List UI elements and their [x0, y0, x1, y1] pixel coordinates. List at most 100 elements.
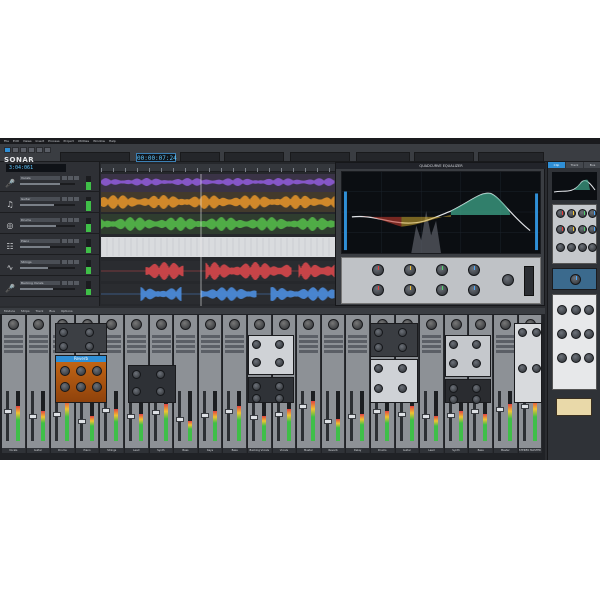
strip-name[interactable]: Lead — [125, 448, 148, 453]
volume-fader-handle[interactable] — [225, 409, 234, 414]
inspector-tab-track[interactable]: Track — [566, 162, 583, 168]
volume-fader-track[interactable] — [325, 391, 329, 441]
fx-slot[interactable] — [176, 335, 196, 338]
fx-slot[interactable] — [422, 350, 442, 353]
volume-fader-handle[interactable] — [28, 414, 37, 419]
fx-slot[interactable] — [323, 345, 343, 348]
insp-knob-11[interactable] — [578, 243, 587, 252]
strip-name[interactable]: Master — [494, 448, 517, 453]
plugin-knob[interactable] — [398, 328, 407, 337]
strip-name[interactable]: Delay — [346, 448, 369, 453]
volume-fader-handle[interactable] — [348, 414, 357, 419]
volume-fader-handle[interactable] — [274, 411, 283, 417]
insp-knob-7[interactable] — [578, 225, 587, 234]
reverb-plugin[interactable]: Reverb — [55, 355, 107, 403]
volume-fader-track[interactable] — [301, 391, 305, 441]
track-volume-slider[interactable] — [20, 288, 75, 290]
gate-plugin[interactable] — [248, 377, 294, 403]
plugin-knob[interactable] — [398, 343, 407, 353]
console-menu-module[interactable]: Module — [4, 308, 15, 314]
track-name[interactable]: Backing Vocals — [20, 281, 60, 285]
fx-slot[interactable] — [200, 350, 220, 353]
eq-curve-graph[interactable] — [341, 171, 541, 254]
compressor-plugin[interactable] — [128, 365, 176, 403]
insp-knob-1[interactable] — [556, 209, 565, 218]
fx-slot[interactable] — [496, 340, 515, 343]
fx-slot[interactable] — [127, 340, 146, 343]
strip-knob-8[interactable] — [571, 353, 581, 363]
plugin-knob[interactable] — [275, 382, 284, 391]
fx-slot[interactable] — [422, 340, 442, 343]
erase-tool-button[interactable] — [44, 147, 51, 153]
fx-slot[interactable] — [323, 335, 343, 338]
volume-fader-handle[interactable] — [299, 404, 308, 409]
pan-knob[interactable] — [426, 319, 438, 330]
plugin-knob[interactable] — [398, 364, 407, 373]
solo-button[interactable] — [68, 176, 73, 180]
plugin-knob[interactable] — [132, 387, 141, 397]
volume-fader-handle[interactable] — [250, 415, 258, 420]
pan-knob[interactable] — [450, 319, 462, 330]
pan-knob[interactable] — [500, 319, 511, 330]
fx-slot[interactable] — [127, 350, 146, 353]
reverb-knob[interactable] — [92, 366, 102, 376]
event-module[interactable] — [478, 152, 544, 162]
reverb-knob[interactable] — [76, 382, 86, 392]
move-tool-button[interactable] — [20, 147, 27, 153]
volume-fader-handle[interactable] — [323, 419, 332, 424]
pan-knob[interactable] — [106, 319, 118, 330]
timeline-ruler[interactable] — [101, 164, 335, 172]
track-volume-slider[interactable] — [20, 246, 75, 248]
fx-slot[interactable] — [200, 340, 220, 343]
fx-slot[interactable] — [28, 350, 48, 353]
mute-button[interactable] — [62, 218, 67, 222]
insp-knob-5[interactable] — [556, 225, 565, 234]
fx-slot[interactable] — [496, 350, 515, 353]
strip-name[interactable]: Master — [297, 448, 320, 453]
fx-slot[interactable] — [348, 340, 368, 343]
highmid-freq-knob[interactable] — [436, 264, 448, 276]
track-name[interactable]: Strings — [20, 260, 60, 264]
record-arm-button[interactable] — [74, 239, 79, 243]
lowmid-gain-knob[interactable] — [404, 284, 416, 296]
strip-name[interactable]: Synth — [149, 448, 173, 453]
plugin-knob[interactable] — [472, 394, 481, 404]
strip-knob-9[interactable] — [584, 353, 594, 363]
track-volume-slider[interactable] — [20, 225, 75, 227]
insp-knob-6[interactable] — [567, 225, 576, 234]
strip-name[interactable]: Guitar — [26, 448, 50, 453]
fx-slot[interactable] — [4, 350, 23, 353]
edit-module[interactable] — [60, 152, 130, 162]
pan-knob[interactable] — [327, 319, 339, 330]
volume-fader-handle[interactable] — [373, 409, 381, 414]
volume-fader-track[interactable] — [6, 391, 9, 441]
plugin-knob[interactable] — [532, 328, 541, 337]
clips-pane[interactable] — [101, 174, 335, 306]
pan-knob[interactable] — [8, 319, 19, 330]
insp-knob-8[interactable] — [588, 225, 597, 234]
lowmid-freq-knob[interactable] — [404, 264, 416, 276]
record-arm-button[interactable] — [74, 197, 79, 201]
fx-slot[interactable] — [200, 335, 220, 338]
plugin-knob[interactable] — [132, 370, 141, 379]
fx-slot[interactable] — [348, 335, 368, 338]
strip-name[interactable]: Guitar — [395, 448, 419, 453]
volume-fader-handle[interactable] — [397, 411, 406, 417]
fx-slot[interactable] — [4, 335, 23, 338]
plugin-knob[interactable] — [472, 384, 481, 393]
pan-knob[interactable] — [180, 319, 192, 330]
fx-slot[interactable] — [299, 335, 319, 338]
fx-slot[interactable] — [151, 340, 171, 343]
strip-name[interactable]: Lead — [420, 448, 443, 453]
solo-button[interactable] — [68, 197, 73, 201]
clip-lane[interactable] — [101, 237, 335, 257]
strip-knob-5[interactable] — [571, 329, 581, 339]
now-time-display[interactable]: 3:04:061 — [6, 164, 66, 172]
strip-knob-4[interactable] — [557, 329, 567, 339]
fx-slot[interactable] — [151, 335, 171, 338]
track-name[interactable]: Piano — [20, 239, 60, 243]
pan-knob[interactable] — [352, 319, 364, 330]
volume-fader-handle[interactable] — [446, 413, 455, 418]
strip-name[interactable]: Piano — [75, 448, 99, 453]
edit-tool-button[interactable] — [28, 147, 35, 153]
